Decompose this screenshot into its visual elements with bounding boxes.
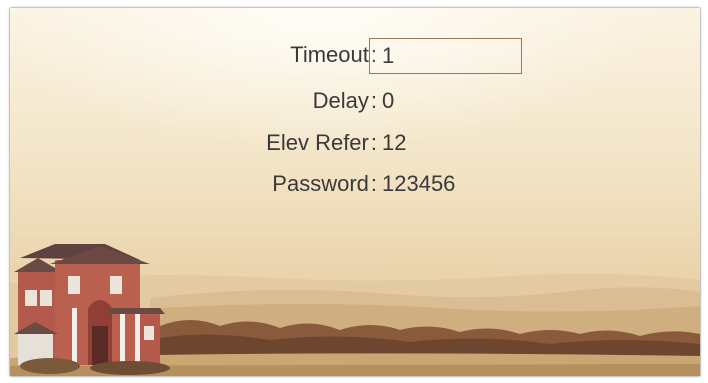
password-row: Password: 123456 bbox=[10, 167, 700, 201]
delay-value[interactable]: 0 bbox=[382, 88, 394, 114]
settings-screen: Timeout: 1 Delay: 0 Elev Refer: 12 Passw… bbox=[10, 8, 700, 376]
delay-colon: : bbox=[370, 88, 377, 113]
elev-refer-label: Elev Refer: bbox=[266, 130, 377, 156]
delay-label-text: Delay bbox=[312, 88, 369, 113]
delay-label: Delay: bbox=[313, 88, 377, 114]
delay-row: Delay: 0 bbox=[10, 84, 700, 118]
elev-refer-label-text: Elev Refer bbox=[266, 130, 369, 155]
timeout-row: Timeout: 1 bbox=[10, 38, 700, 74]
timeout-label-text: Timeout bbox=[290, 42, 369, 67]
password-label-text: Password bbox=[272, 171, 369, 196]
timeout-value: 1 bbox=[382, 43, 395, 68]
password-label: Password: bbox=[272, 171, 377, 197]
password-value[interactable]: 123456 bbox=[382, 171, 455, 197]
elev-refer-row: Elev Refer: 12 bbox=[10, 126, 700, 160]
elev-refer-value[interactable]: 12 bbox=[382, 130, 406, 156]
house-illustration bbox=[14, 244, 170, 375]
timeout-label: Timeout: bbox=[290, 42, 377, 68]
timeout-input[interactable]: 1 bbox=[369, 38, 522, 74]
elev-refer-colon: : bbox=[370, 130, 377, 155]
settings-form: Timeout: 1 Delay: 0 Elev Refer: 12 Passw… bbox=[10, 8, 700, 228]
password-colon: : bbox=[370, 171, 377, 196]
